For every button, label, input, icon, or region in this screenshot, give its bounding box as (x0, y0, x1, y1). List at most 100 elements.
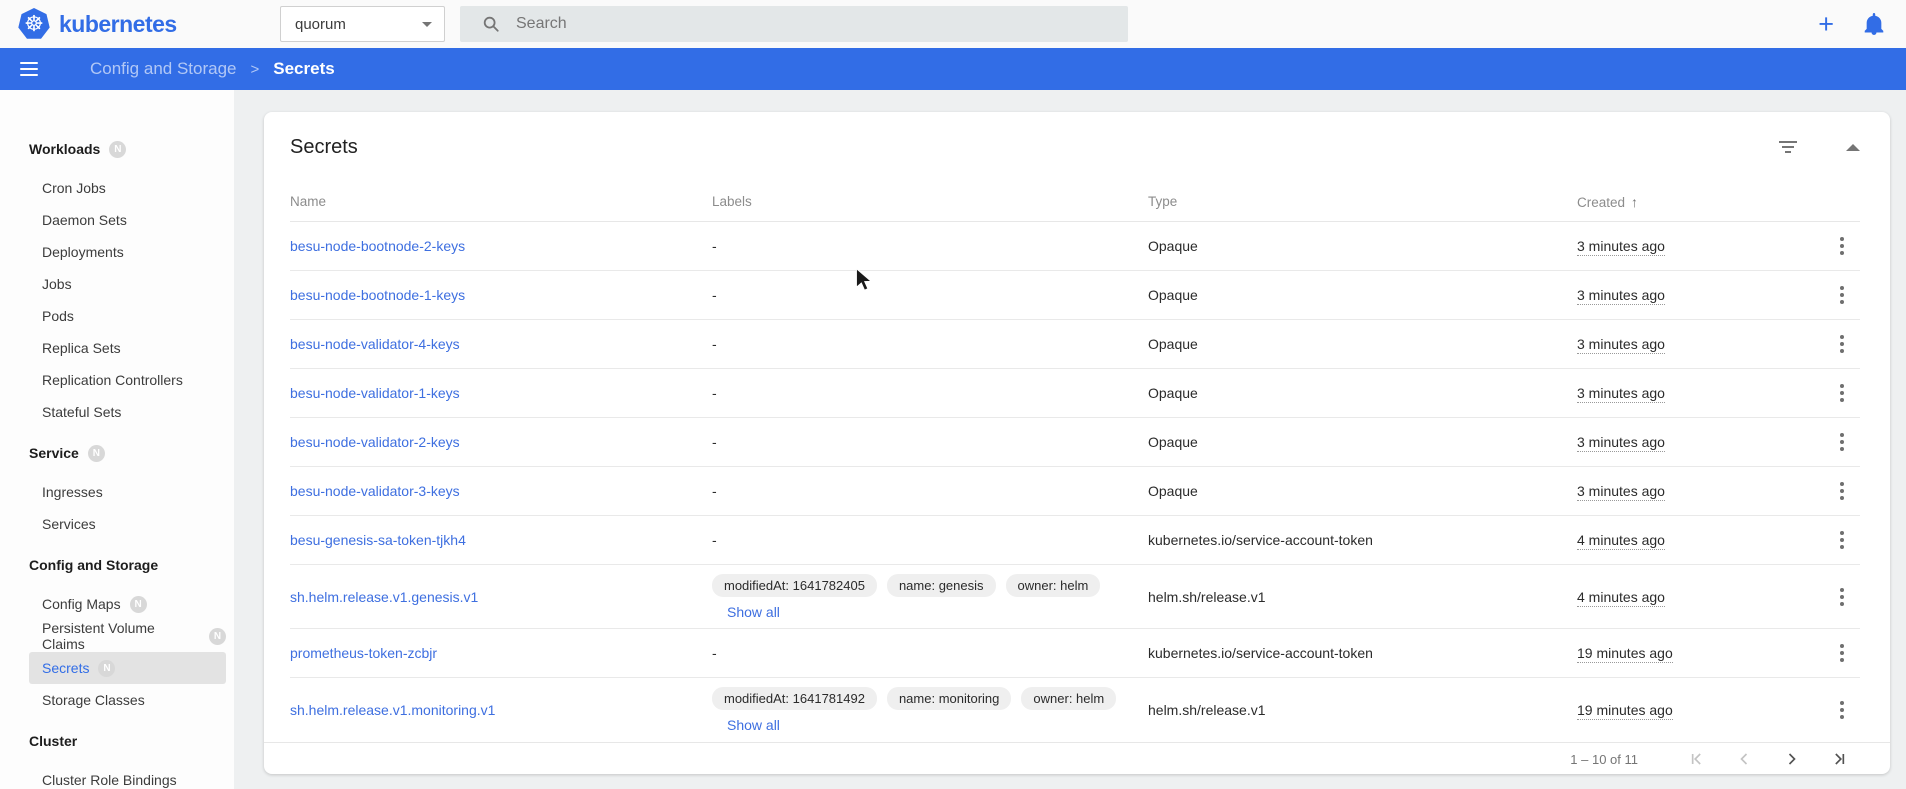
sidebar-item-storage-classes[interactable]: Storage Classes (29, 684, 226, 716)
secret-name-link[interactable]: besu-node-bootnode-1-keys (290, 287, 465, 303)
notifications-bell-icon[interactable] (1864, 13, 1884, 35)
sidebar-item-config-maps[interactable]: Config Maps N (29, 588, 226, 620)
labels-cell: - (712, 475, 1148, 507)
namespace-selector[interactable]: quorum (280, 6, 445, 42)
sidebar-item-label: Services (42, 516, 96, 532)
breadcrumb-current: Secrets (273, 59, 334, 79)
sidebar-item-label: Ingresses (42, 484, 103, 500)
sidebar-item-label: Jobs (42, 276, 72, 292)
secret-name-link[interactable]: sh.helm.release.v1.genesis.v1 (290, 589, 478, 605)
label-chip: owner: helm (1021, 687, 1116, 710)
breadcrumb-bar: Config and Storage > Secrets (0, 48, 1906, 90)
secret-created: 3 minutes ago (1577, 238, 1665, 256)
labels-cell: - (712, 524, 1148, 556)
table-row: besu-node-validator-1-keys - Opaque 3 mi… (290, 369, 1860, 418)
row-actions-kebab-icon[interactable] (1834, 280, 1850, 310)
sidebar-item-cluster-role-bindings[interactable]: Cluster Role Bindings (29, 764, 226, 789)
kubernetes-brand-link[interactable]: ☸ kubernetes (18, 8, 177, 40)
filter-icon[interactable] (1776, 135, 1800, 159)
row-actions-kebab-icon[interactable] (1834, 378, 1850, 408)
labels-cell: - (712, 426, 1148, 458)
breadcrumb-parent-link[interactable]: Config and Storage (90, 59, 237, 79)
sidebar-item-stateful-sets[interactable]: Stateful Sets (29, 396, 226, 428)
sidebar-section-heading: Workloads N (0, 130, 234, 168)
secret-created: 4 minutes ago (1577, 589, 1665, 607)
sidebar-item-label: Persistent Volume Claims (42, 620, 200, 652)
sidebar-item-jobs[interactable]: Jobs (29, 268, 226, 300)
secret-name-link[interactable]: besu-node-validator-2-keys (290, 434, 460, 450)
secret-type: kubernetes.io/service-account-token (1148, 645, 1577, 661)
secret-name-link[interactable]: besu-genesis-sa-token-tjkh4 (290, 532, 466, 548)
last-page-button[interactable] (1830, 749, 1850, 769)
secret-created: 19 minutes ago (1577, 702, 1673, 720)
hamburger-menu-icon[interactable] (20, 62, 38, 76)
row-actions-kebab-icon[interactable] (1834, 476, 1850, 506)
row-actions-kebab-icon[interactable] (1834, 329, 1850, 359)
pagination-range: 1 – 10 of 11 (1570, 752, 1638, 767)
label-chip: modifiedAt: 1641782405 (712, 574, 877, 597)
table-row: besu-node-validator-3-keys - Opaque 3 mi… (290, 467, 1860, 516)
brand-title: kubernetes (59, 11, 177, 38)
secret-name-link[interactable]: besu-node-validator-4-keys (290, 336, 460, 352)
sidebar-item-cron-jobs[interactable]: Cron Jobs (29, 172, 226, 204)
secret-created: 19 minutes ago (1577, 645, 1673, 663)
sidebar-item-daemon-sets[interactable]: Daemon Sets (29, 204, 226, 236)
column-header-labels[interactable]: Labels (712, 194, 1148, 209)
sidebar-item-deployments[interactable]: Deployments (29, 236, 226, 268)
row-actions-kebab-icon[interactable] (1834, 427, 1850, 457)
sidebar-item-label: Config Maps (42, 596, 121, 612)
create-resource-button[interactable]: + (1818, 11, 1834, 38)
secret-type: Opaque (1148, 483, 1577, 499)
secret-created: 3 minutes ago (1577, 385, 1665, 403)
sidebar-item-ingresses[interactable]: Ingresses (29, 476, 226, 508)
row-actions-kebab-icon[interactable] (1834, 695, 1850, 725)
sidebar-item-persistent-volume-claims[interactable]: Persistent Volume Claims N (29, 620, 226, 652)
top-app-bar: ☸ kubernetes quorum + (0, 0, 1906, 48)
next-page-button[interactable] (1782, 749, 1802, 769)
sidebar-section-label: Workloads (29, 141, 100, 157)
search-input[interactable] (516, 15, 1116, 33)
sidebar-section-label: Service (29, 445, 79, 461)
sidebar-item-label: Cron Jobs (42, 180, 106, 196)
row-actions-kebab-icon[interactable] (1834, 582, 1850, 612)
sidebar-section-heading: Config and Storage (0, 546, 234, 584)
secret-name-link[interactable]: besu-node-validator-3-keys (290, 483, 460, 499)
secret-name-link[interactable]: prometheus-token-zcbjr (290, 645, 437, 661)
sidebar-item-replica-sets[interactable]: Replica Sets (29, 332, 226, 364)
topbar-actions: + (1818, 0, 1884, 48)
sidebar-section-items: Ingresses Services (0, 476, 234, 540)
namespaced-badge: N (98, 660, 115, 677)
secret-type: Opaque (1148, 434, 1577, 450)
table-row: besu-genesis-sa-token-tjkh4 - kubernetes… (290, 516, 1860, 565)
sidebar-item-label: Deployments (42, 244, 124, 260)
sidebar-item-secrets[interactable]: Secrets N (29, 652, 226, 684)
column-header-created[interactable]: Created↑ (1577, 194, 1820, 210)
table-row: prometheus-token-zcbjr - kubernetes.io/s… (290, 629, 1860, 678)
sidebar-item-label: Secrets (42, 660, 89, 676)
breadcrumb: Config and Storage > Secrets (90, 59, 335, 79)
labels-cell: - (712, 637, 1148, 669)
sidebar-section-label: Cluster (29, 733, 77, 749)
sidebar-section-items: Config Maps N Persistent Volume Claims N… (0, 588, 234, 716)
secret-created: 4 minutes ago (1577, 532, 1665, 550)
row-actions-kebab-icon[interactable] (1834, 638, 1850, 668)
secret-name-link[interactable]: sh.helm.release.v1.monitoring.v1 (290, 702, 495, 718)
labels-empty: - (712, 645, 1148, 661)
labels-empty: - (712, 385, 1148, 401)
breadcrumb-separator: > (251, 61, 260, 78)
collapse-card-icon[interactable] (1846, 144, 1860, 151)
sidebar-item-services[interactable]: Services (29, 508, 226, 540)
search-icon (482, 15, 500, 33)
show-all-labels-link[interactable]: Show all (727, 604, 1148, 620)
secret-name-link[interactable]: besu-node-bootnode-2-keys (290, 238, 465, 254)
row-actions-kebab-icon[interactable] (1834, 231, 1850, 261)
secret-name-link[interactable]: besu-node-validator-1-keys (290, 385, 460, 401)
sidebar-item-replication-controllers[interactable]: Replication Controllers (29, 364, 226, 396)
sidebar-section-items: Cluster Role Bindings (0, 764, 234, 789)
column-header-name[interactable]: Name (290, 194, 712, 209)
sidebar-item-pods[interactable]: Pods (29, 300, 226, 332)
row-actions-kebab-icon[interactable] (1834, 525, 1850, 555)
column-header-type[interactable]: Type (1148, 194, 1577, 209)
show-all-labels-link[interactable]: Show all (727, 717, 1148, 733)
secret-created: 3 minutes ago (1577, 434, 1665, 452)
